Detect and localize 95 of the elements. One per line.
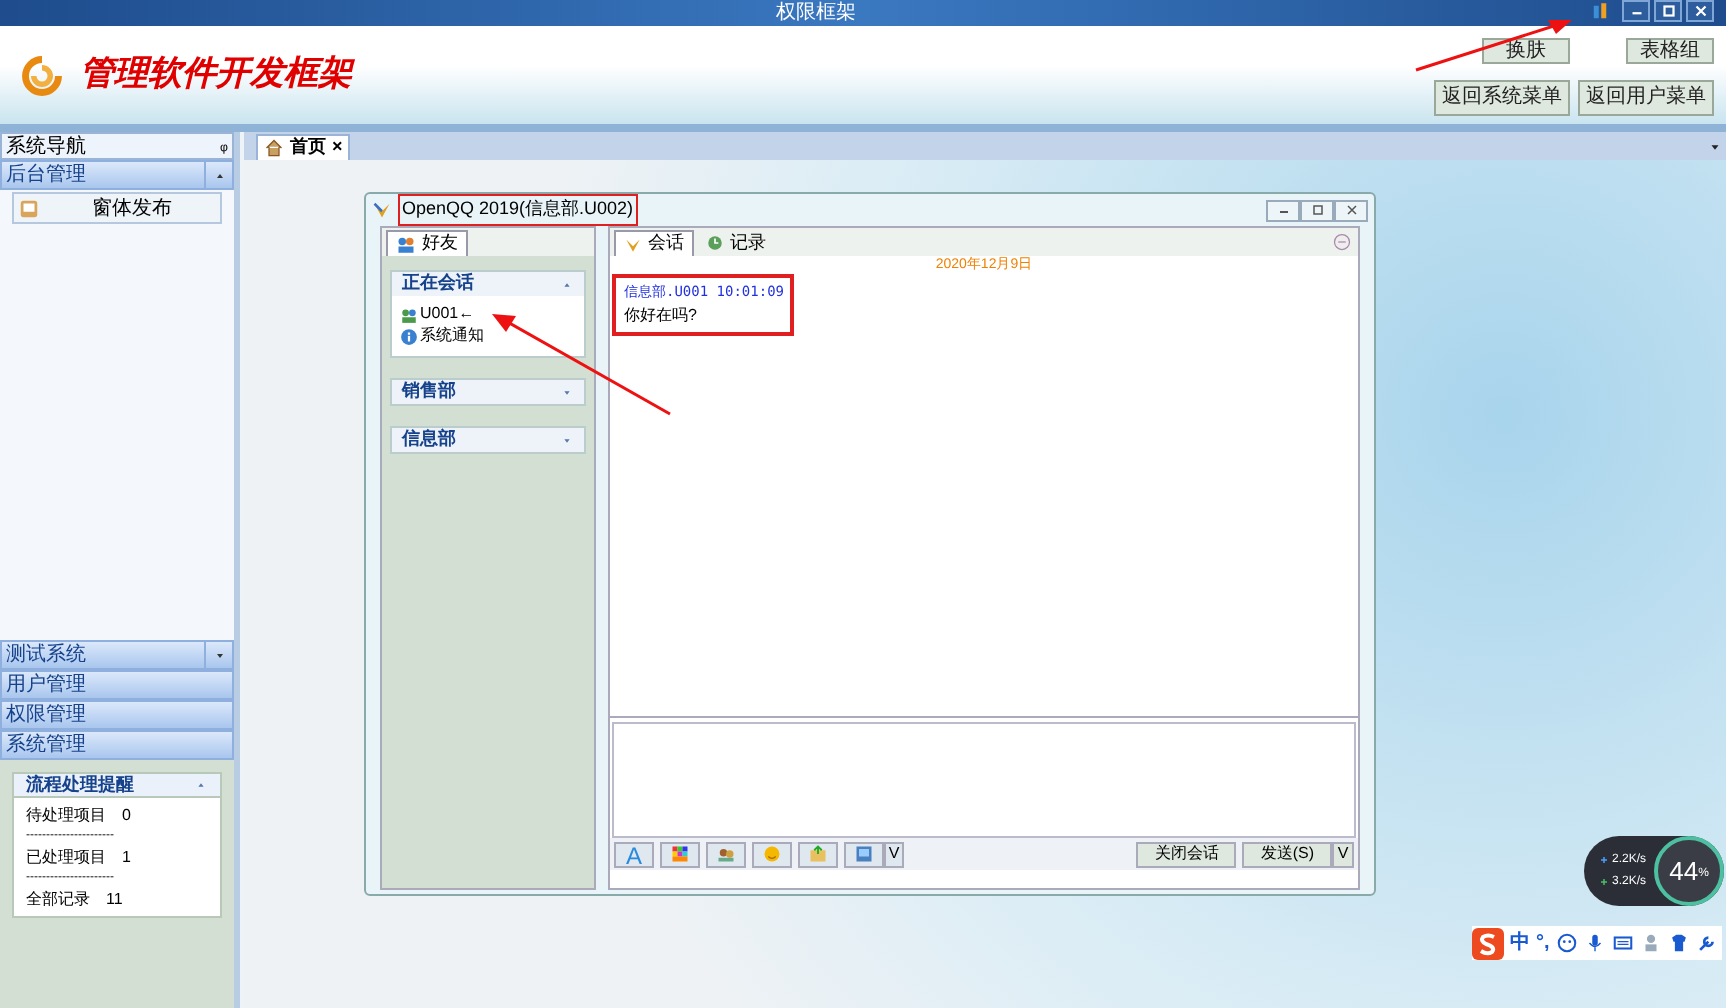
group-header[interactable]: 信息部: [392, 428, 584, 452]
ime-item[interactable]: °,: [1536, 928, 1550, 958]
caret-icon: [560, 385, 574, 399]
tab-label: 好友: [422, 230, 458, 257]
tab-label: 记录: [730, 229, 766, 256]
close-button[interactable]: [1334, 199, 1368, 221]
caret-icon: [194, 778, 208, 792]
folder-icon: [808, 844, 828, 864]
row-label: 已处理项目: [26, 848, 106, 868]
pin-icon[interactable]: ᵩ: [220, 132, 228, 160]
chat-tab[interactable]: 记录: [698, 230, 774, 256]
header-button[interactable]: 换肤: [1482, 38, 1570, 64]
screenshot-button[interactable]: [844, 841, 884, 867]
group-label: 系统管理: [4, 731, 88, 760]
tab-label: 会话: [648, 230, 684, 257]
group-label: 信息部: [402, 426, 456, 453]
info-icon: [400, 327, 418, 345]
maximize-icon: [1309, 202, 1325, 218]
maximize-icon: [1659, 2, 1677, 20]
header-button[interactable]: 返回用户菜单: [1578, 80, 1714, 116]
minimize-button[interactable]: [1622, 0, 1650, 22]
color-grid-button[interactable]: [660, 841, 700, 867]
people-icon: [396, 234, 416, 254]
logo-text: 管理软件开发框架: [80, 51, 352, 98]
sidebar-title: 系统导航: [6, 133, 86, 161]
group-label: 后台管理: [4, 161, 88, 190]
smiley-icon: [1555, 932, 1578, 954]
maximize-button[interactable]: [1654, 0, 1682, 22]
friends-tab[interactable]: 好友: [386, 230, 468, 256]
logo-icon: [372, 200, 392, 220]
ime-item[interactable]: 中: [1510, 928, 1530, 958]
group-header[interactable]: 正在会话: [392, 272, 584, 296]
contact-item[interactable]: U001←: [400, 304, 576, 324]
plus-icon: [1600, 856, 1608, 864]
percent-value: 44: [1669, 853, 1699, 890]
window-title: 权限框架: [776, 0, 856, 28]
home-icon: [264, 138, 284, 158]
chart-icon: [1590, 1, 1610, 21]
row-label: 待处理项目: [26, 806, 106, 826]
group-header[interactable]: 销售部: [392, 380, 584, 404]
row-value: 11: [106, 890, 123, 910]
close-icon: [1343, 202, 1359, 218]
folder-button[interactable]: [798, 841, 838, 867]
message-input[interactable]: [612, 722, 1356, 838]
row-label: 全部记录: [26, 890, 90, 910]
wrench-icon: [1695, 932, 1718, 954]
form-icon: [18, 197, 40, 219]
close-icon: [1691, 2, 1709, 20]
chat-tab[interactable]: 会话: [614, 230, 694, 256]
plus-icon: [1600, 878, 1608, 886]
smiley-icon: [762, 844, 782, 864]
microphone-icon: [1583, 932, 1606, 954]
contact-item[interactable]: 系统通知: [400, 326, 576, 346]
group-label: 测试系统: [4, 641, 88, 670]
group-label: 权限管理: [4, 701, 88, 730]
chat-button[interactable]: 关闭会话: [1136, 841, 1237, 867]
header-button[interactable]: 表格组: [1626, 38, 1714, 64]
logo-icon: [20, 53, 64, 97]
close-button[interactable]: [1686, 0, 1714, 22]
dropdown-button[interactable]: V: [884, 841, 904, 867]
minimize-button[interactable]: [1266, 199, 1300, 221]
screenshot-icon: [854, 844, 874, 864]
users-icon: [400, 305, 418, 323]
close-icon[interactable]: ×: [332, 134, 343, 162]
header-button[interactable]: 返回系统菜单: [1434, 80, 1570, 116]
caret-icon: [560, 433, 574, 447]
group-label: 销售部: [402, 378, 456, 405]
menu-item[interactable]: 窗体发布: [12, 192, 222, 224]
accordion-header[interactable]: 用户管理: [0, 670, 234, 700]
item-label: 窗体发布: [92, 195, 172, 223]
accordion-header[interactable]: 权限管理: [0, 700, 234, 730]
maximize-button[interactable]: [1300, 199, 1334, 221]
group-label: 用户管理: [4, 671, 88, 700]
row-value: 0: [122, 806, 131, 826]
color-grid-icon: [670, 844, 690, 864]
page-tab[interactable]: 首页 ×: [256, 134, 351, 160]
keyboard-icon: [1611, 932, 1634, 954]
chat-title: OpenQQ 2019(信息部.U002): [398, 194, 638, 226]
accordion-header[interactable]: 后台管理: [0, 160, 234, 190]
logo-icon: [624, 235, 642, 253]
row-value: 1: [122, 848, 131, 868]
accordion-header[interactable]: 系统管理: [0, 730, 234, 760]
people-button[interactable]: [706, 841, 746, 867]
accordion-header[interactable]: 测试系统: [0, 640, 234, 670]
chat-button[interactable]: 发送(S): [1242, 841, 1332, 867]
card-title: 流程处理提醒: [26, 771, 134, 798]
people-icon: [716, 844, 736, 864]
tab-label: 首页: [290, 134, 326, 161]
dropdown-button[interactable]: V: [1332, 841, 1354, 867]
smiley-button[interactable]: [752, 841, 792, 867]
group-label: 正在会话: [402, 270, 474, 297]
clock-icon: [706, 234, 724, 252]
shirt-icon: [1667, 932, 1690, 954]
message-text: 你好在吗?: [624, 303, 699, 327]
dropdown-icon: [1708, 140, 1722, 154]
